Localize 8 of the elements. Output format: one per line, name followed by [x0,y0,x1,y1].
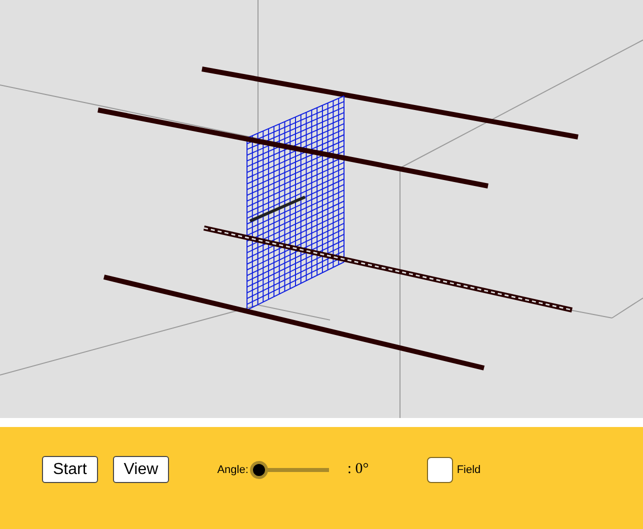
rod [249,196,306,222]
angle-reading: : 0° [347,461,369,478]
slider-thumb[interactable] [250,460,268,478]
button[interactable]: View [112,456,170,483]
checkbox[interactable] [426,456,453,482]
checkbox-label: Field [456,464,481,476]
button[interactable]: Start [42,456,98,483]
slider-label: Angle: [217,464,248,476]
